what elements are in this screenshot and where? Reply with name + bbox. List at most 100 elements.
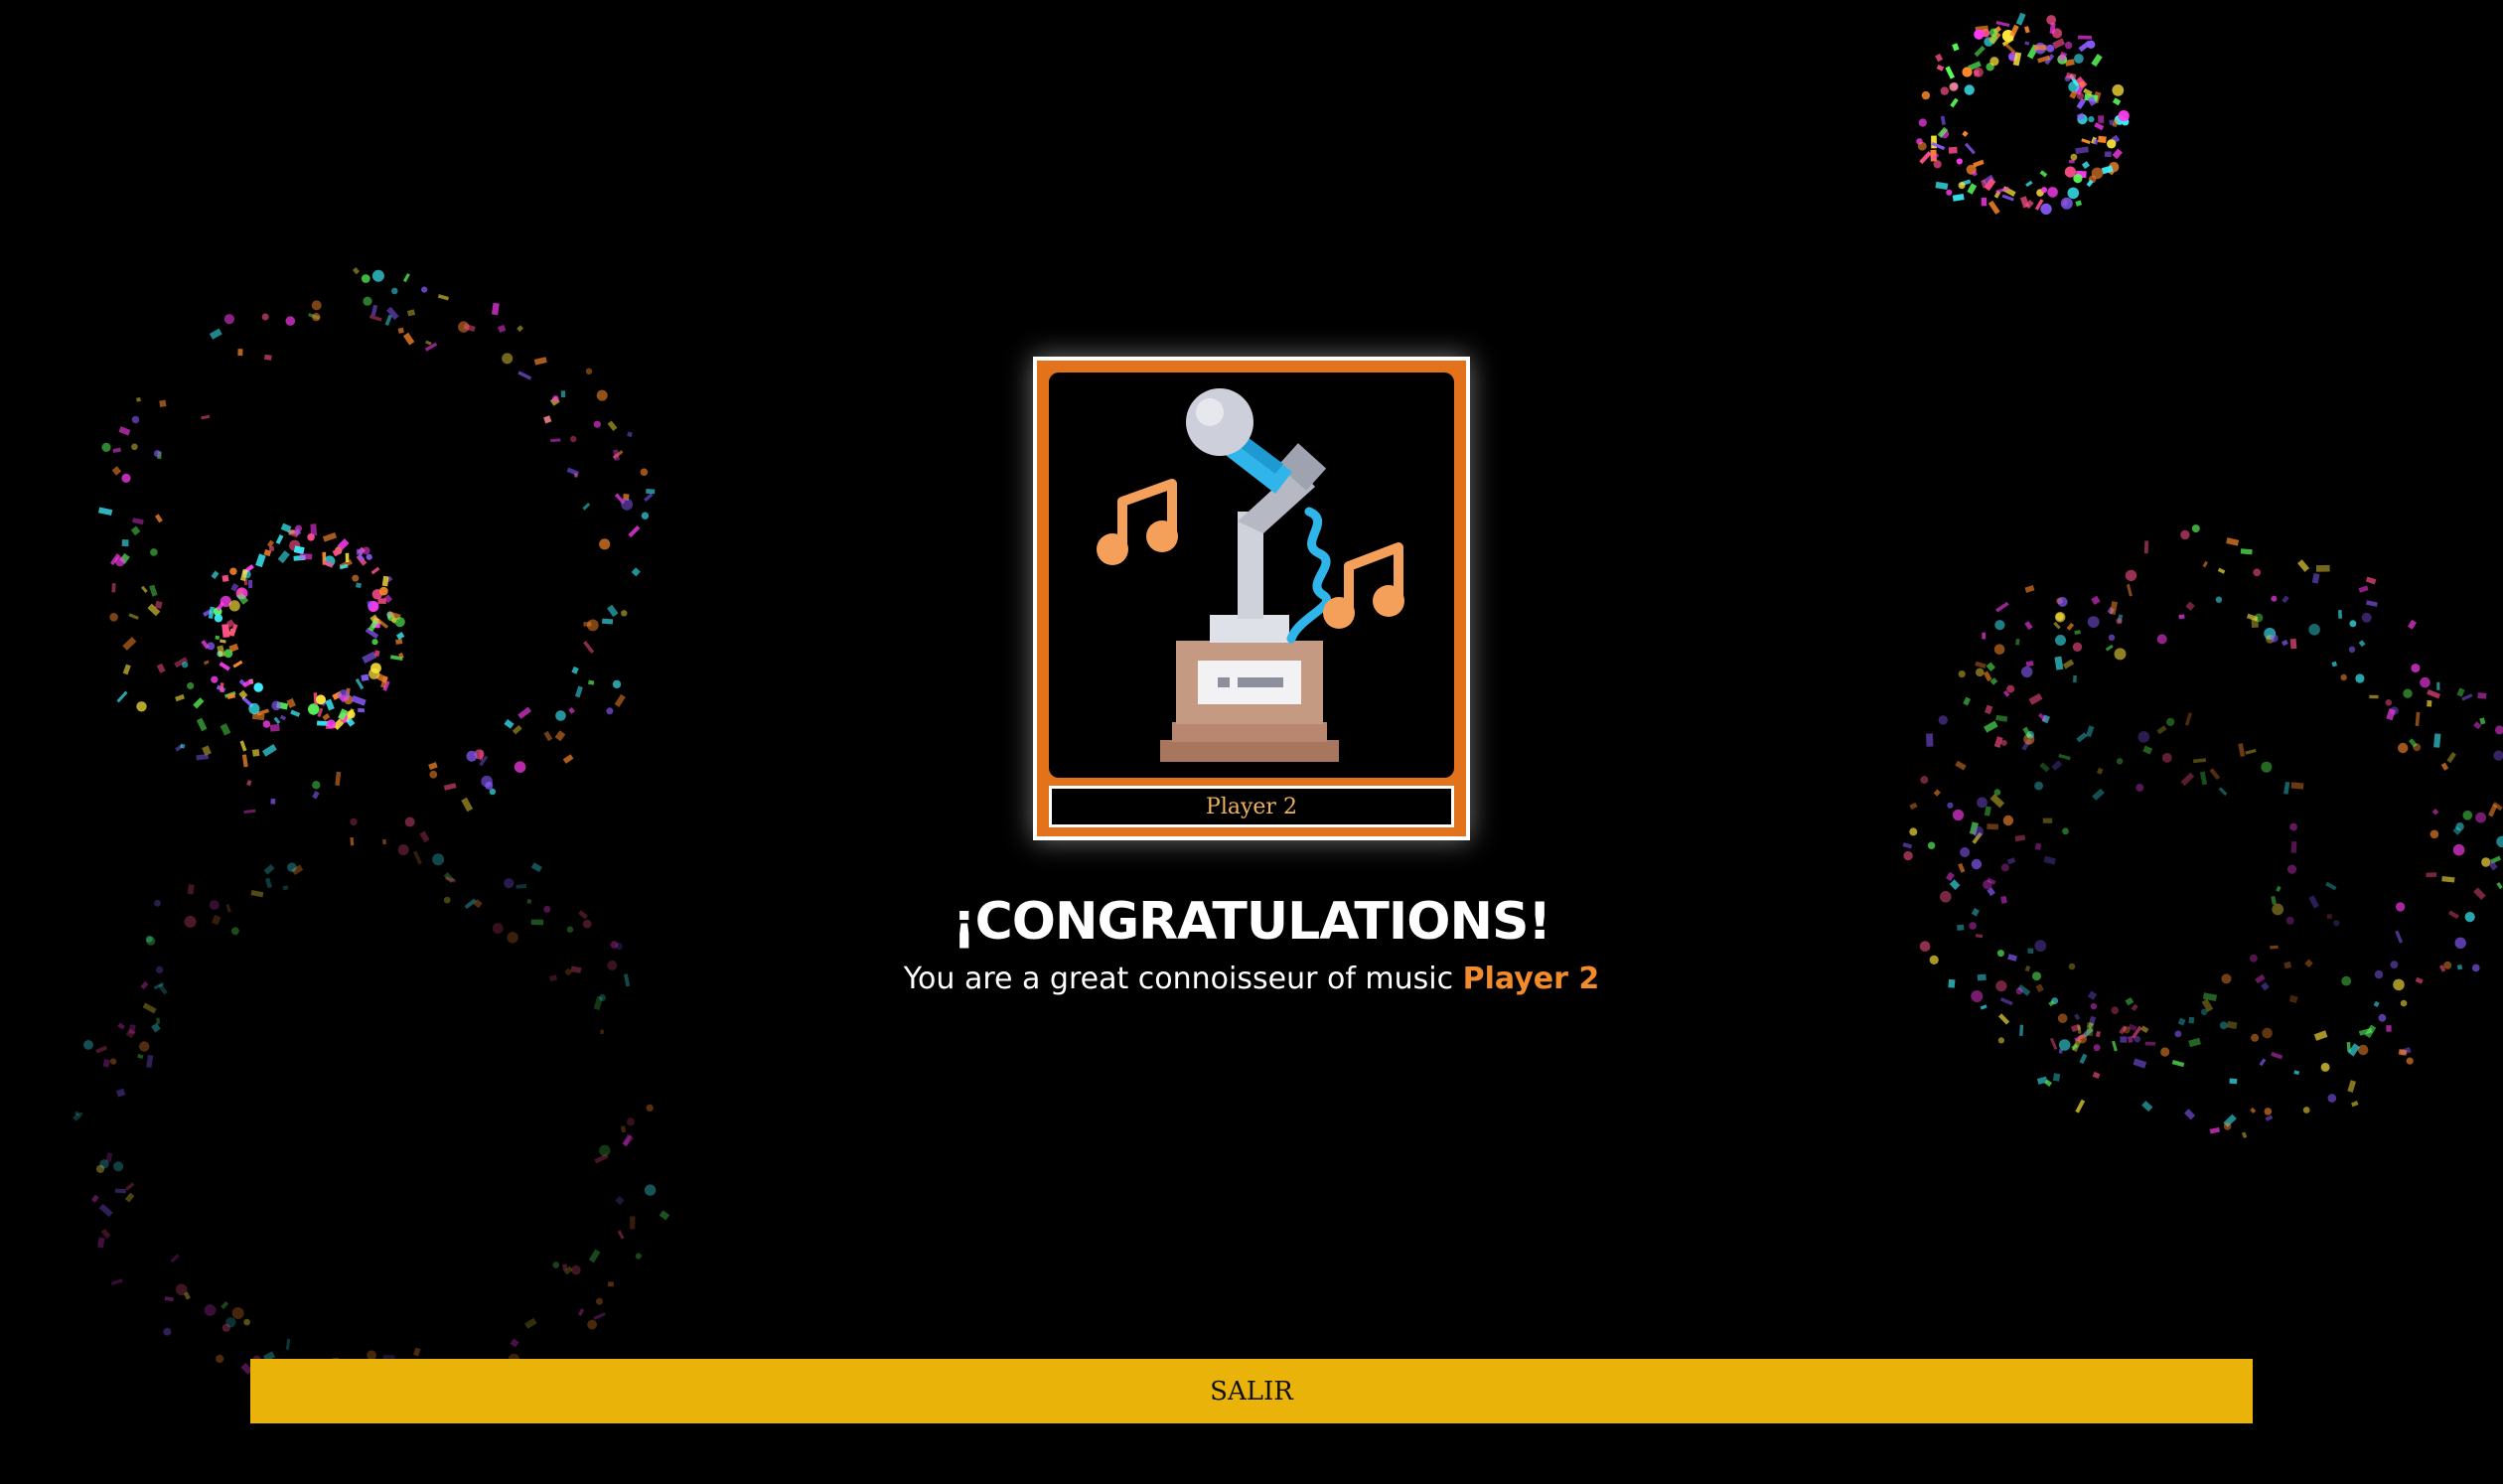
confetti-piece — [583, 641, 595, 654]
confetti-piece — [1909, 802, 1918, 811]
confetti-piece — [110, 1278, 123, 1286]
confetti-piece — [310, 523, 318, 536]
confetti-piece — [2077, 1025, 2082, 1034]
confetti-piece — [2054, 656, 2064, 670]
confetti-piece — [263, 864, 275, 875]
confetti-piece — [116, 690, 128, 703]
confetti-piece — [461, 797, 474, 813]
confetti-piece — [371, 639, 378, 646]
confetti-piece — [2111, 1006, 2120, 1014]
confetti-piece — [361, 673, 369, 681]
confetti-piece — [1963, 696, 1972, 706]
confetti-piece — [347, 710, 356, 719]
confetti-piece — [1945, 66, 1955, 79]
confetti-piece — [2043, 855, 2057, 865]
confetti-piece — [2015, 12, 2026, 26]
confetti-piece — [316, 694, 326, 705]
confetti-piece — [404, 816, 415, 827]
confetti-piece — [646, 488, 656, 495]
confetti-piece — [312, 313, 321, 322]
confetti-piece — [596, 389, 608, 401]
confetti-piece — [243, 1318, 250, 1326]
confetti-piece — [2142, 745, 2153, 755]
confetti-piece — [560, 390, 566, 398]
confetti-piece — [361, 274, 370, 283]
confetti-piece — [363, 296, 372, 306]
confetti-piece — [2229, 1078, 2238, 1085]
confetti-piece — [311, 300, 322, 311]
confetti-piece — [489, 788, 497, 796]
confetti-piece — [510, 1338, 519, 1348]
confetti-piece — [2002, 815, 2014, 826]
confetti-piece — [1958, 182, 1966, 190]
confetti-piece — [382, 838, 386, 845]
confetti-piece — [2302, 1107, 2310, 1113]
confetti-piece — [2456, 687, 2465, 697]
confetti-piece — [2398, 742, 2409, 754]
confetti-piece — [1974, 29, 1985, 40]
confetti-piece — [640, 468, 649, 477]
confetti-piece — [368, 668, 380, 679]
confetti-piece — [2131, 1003, 2138, 1011]
confetti-piece — [1933, 789, 1941, 797]
confetti-piece — [2047, 187, 2058, 198]
confetti-piece — [2014, 834, 2026, 842]
confetti-piece — [1935, 53, 1944, 63]
confetti-piece — [97, 507, 113, 517]
confetti-piece — [2024, 26, 2030, 34]
confetti-piece — [627, 431, 633, 438]
confetti-piece — [2058, 753, 2071, 761]
confetti-piece — [150, 548, 158, 556]
confetti-piece — [2024, 585, 2035, 593]
confetti-piece — [2293, 1070, 2300, 1076]
confetti-piece — [1962, 130, 1969, 137]
confetti-piece — [139, 1041, 150, 1052]
confetti-piece — [270, 798, 276, 805]
confetti-piece — [219, 662, 230, 671]
confetti-piece — [504, 718, 515, 729]
confetti-piece — [2093, 1044, 2101, 1052]
confetti-piece — [1952, 194, 1965, 202]
confetti-piece — [1950, 82, 1959, 91]
confetti-piece — [2019, 1024, 2024, 1036]
confetti-piece — [551, 395, 559, 402]
confetti-piece — [2473, 721, 2482, 730]
confetti-piece — [2003, 42, 2016, 54]
confetti-piece — [362, 546, 370, 555]
confetti-piece — [2264, 1108, 2273, 1115]
confetti-piece — [102, 1059, 110, 1068]
confetti-piece — [425, 340, 432, 346]
confetti-piece — [631, 567, 641, 577]
confetti-piece — [2021, 666, 2033, 678]
confetti-piece — [2282, 595, 2289, 604]
confetti-piece — [1935, 181, 1949, 190]
confetti-piece — [2055, 635, 2066, 646]
confetti-piece — [1983, 670, 1992, 682]
confetti-piece — [261, 744, 277, 757]
confetti-piece — [2365, 576, 2377, 585]
confetti-piece — [2112, 84, 2125, 96]
exit-button[interactable]: SALIR — [250, 1359, 2253, 1423]
confetti-piece — [371, 269, 384, 282]
confetti-piece — [248, 579, 253, 589]
confetti-piece — [2109, 601, 2118, 616]
confetti-piece — [596, 1297, 603, 1305]
confetti-piece — [588, 1249, 601, 1263]
confetti-piece — [196, 717, 208, 732]
confetti-piece — [2015, 638, 2020, 646]
confetti-piece — [2265, 1114, 2274, 1121]
message-text: You are a great connoisseur of music — [903, 962, 1454, 996]
confetti-piece — [1902, 842, 1913, 849]
confetti-piece — [118, 426, 131, 436]
confetti-piece — [606, 707, 614, 715]
confetti-piece — [1909, 827, 1918, 836]
player-name-plate: Player 2 — [1049, 786, 1454, 827]
confetti-piece — [204, 1304, 217, 1316]
confetti-piece — [368, 314, 382, 322]
confetti-piece — [243, 809, 256, 815]
confetti-piece — [159, 399, 167, 407]
confetti-piece — [352, 574, 360, 582]
confetti-piece — [261, 313, 269, 321]
confetti-piece — [2403, 688, 2413, 698]
confetti-piece — [2064, 41, 2073, 50]
